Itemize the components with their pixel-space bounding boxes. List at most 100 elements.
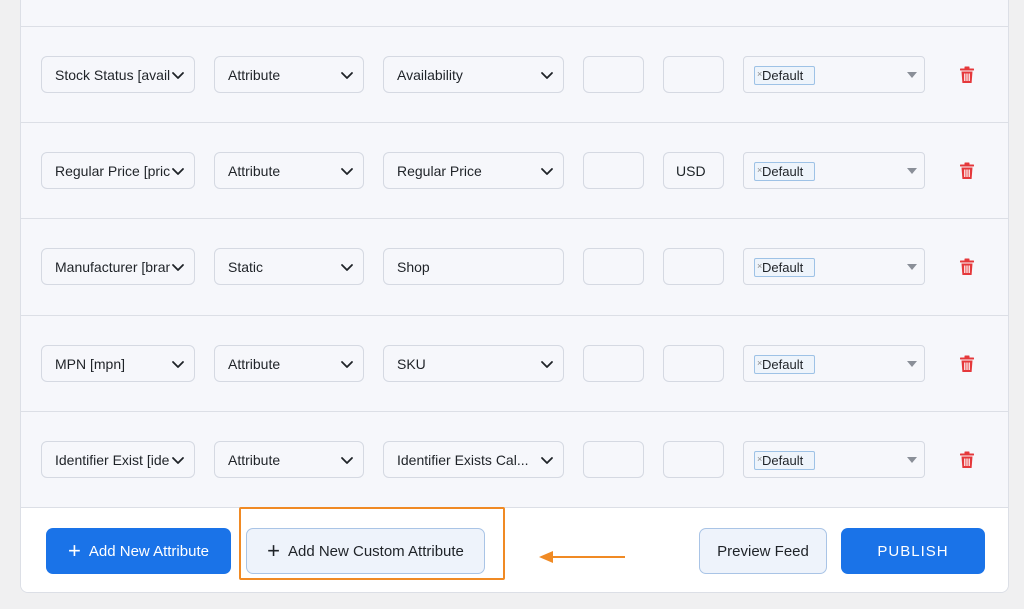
attribute-row: Manufacturer [branc Static Shop × Default (21, 218, 1008, 314)
prefix-input[interactable] (583, 56, 644, 93)
caret-down-icon (907, 361, 917, 367)
modifier-tag[interactable]: × Default (754, 258, 815, 277)
prefix-input[interactable] (583, 345, 644, 382)
chevron-down-icon (541, 71, 553, 79)
remove-tag-icon[interactable]: × (757, 258, 762, 275)
publish-label: PUBLISH (877, 542, 949, 560)
chevron-down-icon (541, 167, 553, 175)
add-new-attribute-label: Add New Attribute (88, 542, 209, 560)
chevron-down-icon (172, 71, 184, 79)
type-select[interactable]: Attribute (214, 441, 364, 478)
output-modifier-select[interactable]: × Default (743, 248, 925, 285)
preview-feed-label: Preview Feed (717, 542, 809, 560)
type-select[interactable]: Static (214, 248, 364, 285)
value-select[interactable]: Regular Price (383, 152, 564, 189)
modifier-tag[interactable]: × Default (754, 162, 815, 181)
attribute-row: MPN [mpn] Attribute SKU × Default (21, 315, 1008, 411)
output-modifier-select[interactable]: × Default (743, 152, 925, 189)
type-select-value: Attribute (228, 66, 281, 83)
type-select-value: Static (228, 258, 264, 275)
attribute-row: Stock Status [availa Attribute Availabilit… (21, 26, 1008, 122)
output-modifier-select[interactable]: × Default (743, 56, 925, 93)
chevron-down-icon (341, 167, 353, 175)
attribute-select-value: Manufacturer [branc (55, 258, 170, 275)
trash-icon[interactable] (959, 162, 975, 180)
suffix-input[interactable] (663, 56, 724, 93)
attribute-select-value: Stock Status [availa (55, 66, 170, 83)
attribute-row: Identifier Exist [iden Attribute Identifie… (21, 411, 1008, 507)
attribute-mapping-panel: Stock Status [availa Attribute Availabilit… (20, 0, 1009, 593)
suffix-input[interactable] (663, 248, 724, 285)
modifier-tag[interactable]: × Default (754, 66, 815, 85)
value-text: SKU (397, 355, 426, 372)
caret-down-icon (907, 168, 917, 174)
type-select-value: Attribute (228, 162, 281, 179)
attribute-select[interactable]: Regular Price [price (41, 152, 195, 189)
modifier-tag[interactable]: × Default (754, 451, 815, 470)
modifier-tag-label: Default (762, 68, 804, 83)
trash-icon[interactable] (959, 258, 975, 276)
remove-tag-icon[interactable]: × (757, 355, 762, 372)
type-select[interactable]: Attribute (214, 345, 364, 382)
output-modifier-select[interactable]: × Default (743, 441, 925, 478)
attribute-select-value: Identifier Exist [iden (55, 451, 170, 468)
remove-tag-icon[interactable]: × (757, 162, 762, 179)
attribute-select-value: Regular Price [price (55, 162, 170, 179)
modifier-tag[interactable]: × Default (754, 355, 815, 374)
suffix-input[interactable] (663, 441, 724, 478)
trash-icon[interactable] (959, 451, 975, 469)
value-text: Identifier Exists Cal... (397, 451, 529, 468)
chevron-down-icon (541, 456, 553, 464)
value-text: Availability (397, 66, 463, 83)
chevron-down-icon (172, 456, 184, 464)
chevron-down-icon (172, 263, 184, 271)
trash-icon[interactable] (959, 355, 975, 373)
chevron-down-icon (341, 456, 353, 464)
value-input[interactable]: Shop (383, 248, 564, 285)
modifier-tag-label: Default (762, 164, 804, 179)
plus-icon: + (68, 538, 81, 563)
chevron-down-icon (172, 360, 184, 368)
modifier-tag-label: Default (762, 260, 804, 275)
type-select[interactable]: Attribute (214, 152, 364, 189)
add-new-attribute-button[interactable]: + Add New Attribute (46, 528, 231, 574)
caret-down-icon (907, 264, 917, 270)
remove-tag-icon[interactable]: × (757, 66, 762, 83)
prefix-input[interactable] (583, 441, 644, 478)
attribute-select[interactable]: MPN [mpn] (41, 345, 195, 382)
caret-down-icon (907, 72, 917, 78)
output-modifier-select[interactable]: × Default (743, 345, 925, 382)
value-select[interactable]: Identifier Exists Cal... (383, 441, 564, 478)
highlight-box (239, 507, 505, 580)
attribute-select-value: MPN [mpn] (55, 355, 126, 372)
trash-icon[interactable] (959, 66, 975, 84)
suffix-input[interactable]: USD (663, 152, 724, 189)
chevron-down-icon (541, 360, 553, 368)
publish-button[interactable]: PUBLISH (841, 528, 985, 574)
chevron-down-icon (172, 167, 184, 175)
remove-tag-icon[interactable]: × (757, 451, 762, 468)
value-text: Shop (397, 258, 430, 275)
value-text: Regular Price (397, 162, 482, 179)
attribute-select[interactable]: Identifier Exist [iden (41, 441, 195, 478)
type-select-value: Attribute (228, 451, 281, 468)
suffix-value: USD (676, 162, 706, 179)
attribute-select[interactable]: Manufacturer [branc (41, 248, 195, 285)
type-select-value: Attribute (228, 355, 281, 372)
chevron-down-icon (341, 360, 353, 368)
modifier-tag-label: Default (762, 453, 804, 468)
modifier-tag-label: Default (762, 357, 804, 372)
annotation-arrow-icon (539, 551, 625, 563)
value-select[interactable]: SKU (383, 345, 564, 382)
type-select[interactable]: Attribute (214, 56, 364, 93)
attribute-select[interactable]: Stock Status [availa (41, 56, 195, 93)
action-footer: + Add New Attribute + Add New Custom Att… (21, 507, 1008, 592)
attribute-row: Regular Price [price Attribute Regular Pri… (21, 122, 1008, 218)
chevron-down-icon (341, 263, 353, 271)
prefix-input[interactable] (583, 152, 644, 189)
suffix-input[interactable] (663, 345, 724, 382)
preview-feed-button[interactable]: Preview Feed (699, 528, 827, 574)
value-select[interactable]: Availability (383, 56, 564, 93)
caret-down-icon (907, 457, 917, 463)
prefix-input[interactable] (583, 248, 644, 285)
